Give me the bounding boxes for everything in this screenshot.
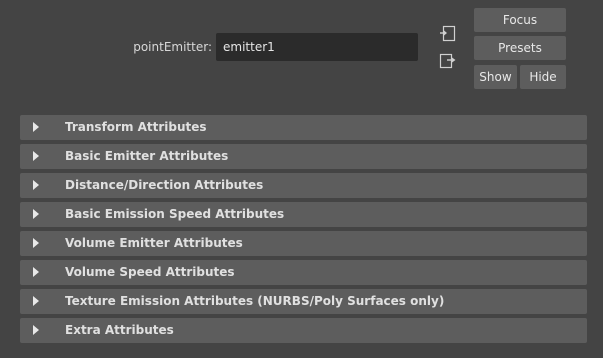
section-texture-emission-attributes[interactable]: Texture Emission Attributes (NURBS/Poly … — [20, 289, 587, 314]
hide-button[interactable]: Hide — [520, 65, 566, 89]
section-transform-attributes[interactable]: Transform Attributes — [20, 115, 587, 140]
show-button[interactable]: Show — [474, 65, 517, 89]
section-basic-emitter-attributes[interactable]: Basic Emitter Attributes — [20, 144, 587, 169]
attribute-editor-panel: pointEmitter: emitter1 Focus Presets Sho… — [0, 0, 603, 358]
section-label: Distance/Direction Attributes — [65, 178, 264, 192]
expand-arrow-icon — [33, 238, 39, 248]
expand-arrow-icon — [33, 151, 39, 161]
section-extra-attributes[interactable]: Extra Attributes — [20, 318, 587, 343]
section-basic-emission-speed-attributes[interactable]: Basic Emission Speed Attributes — [20, 202, 587, 227]
node-name-field[interactable]: emitter1 — [216, 33, 418, 61]
expand-arrow-icon — [33, 267, 39, 277]
section-label: Extra Attributes — [65, 323, 174, 337]
section-distance-direction-attributes[interactable]: Distance/Direction Attributes — [20, 173, 587, 198]
expand-arrow-icon — [33, 209, 39, 219]
copy-tab-icon[interactable] — [438, 50, 458, 70]
focus-button[interactable]: Focus — [474, 8, 566, 32]
attribute-sections: Transform Attributes Basic Emitter Attri… — [20, 115, 587, 347]
section-volume-emitter-attributes[interactable]: Volume Emitter Attributes — [20, 231, 587, 256]
presets-button[interactable]: Presets — [474, 36, 566, 60]
section-label: Volume Speed Attributes — [65, 265, 235, 279]
section-label: Transform Attributes — [65, 120, 207, 134]
section-label: Texture Emission Attributes (NURBS/Poly … — [65, 294, 445, 308]
expand-arrow-icon — [33, 122, 39, 132]
expand-arrow-icon — [33, 325, 39, 335]
expand-arrow-icon — [33, 296, 39, 306]
expand-arrow-icon — [33, 180, 39, 190]
section-label: Basic Emission Speed Attributes — [65, 207, 285, 221]
section-volume-speed-attributes[interactable]: Volume Speed Attributes — [20, 260, 587, 285]
node-type-label: pointEmitter: — [133, 40, 212, 54]
section-label: Basic Emitter Attributes — [65, 149, 229, 163]
load-attributes-icon[interactable] — [438, 24, 458, 44]
section-label: Volume Emitter Attributes — [65, 236, 243, 250]
